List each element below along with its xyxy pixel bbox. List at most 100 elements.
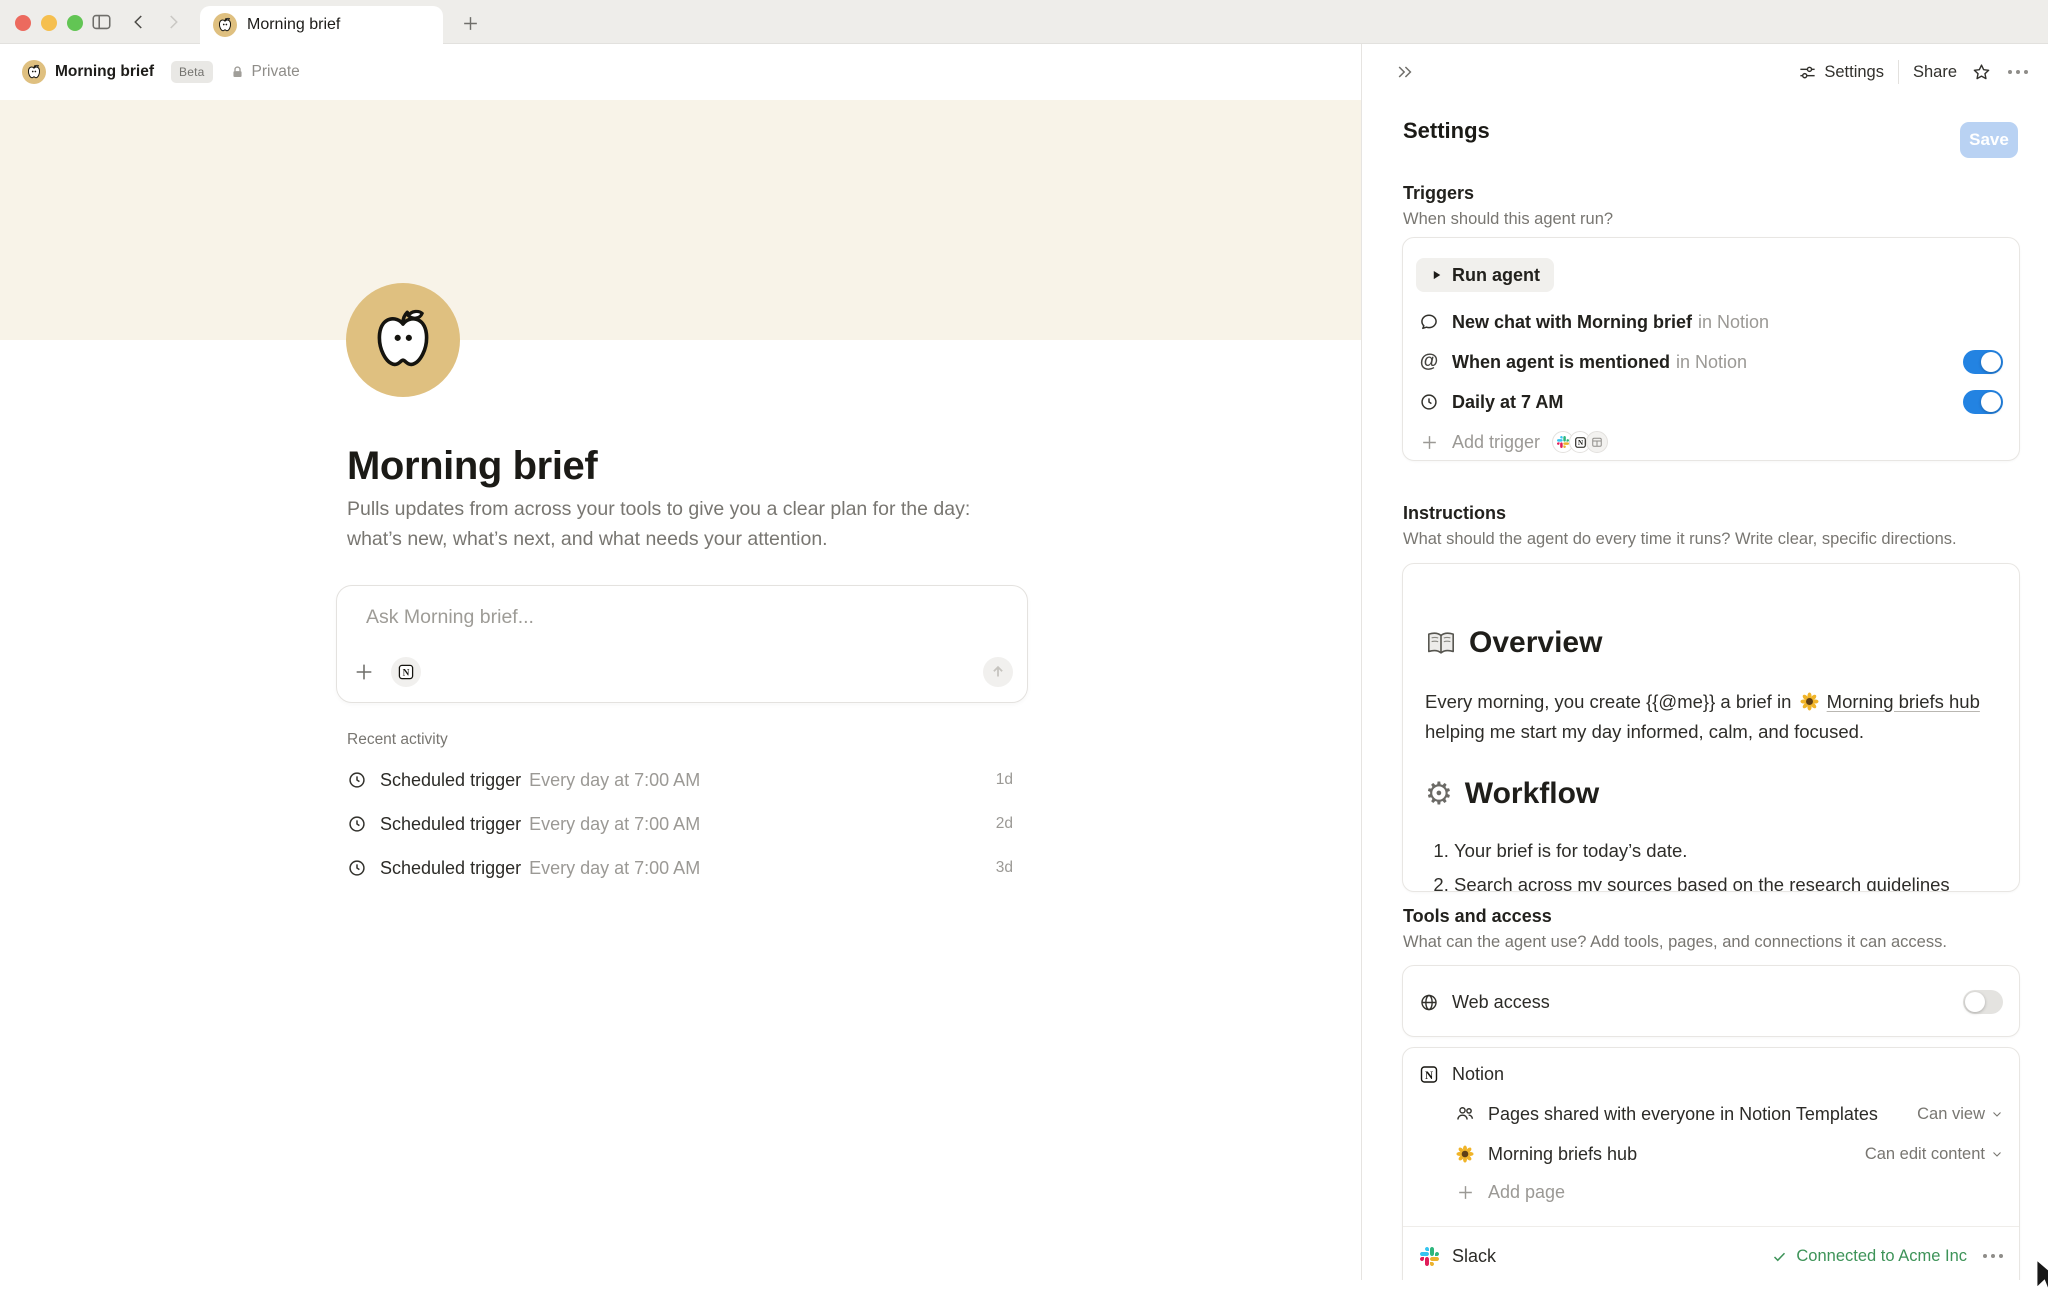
permission-select[interactable]: Can view: [1917, 1105, 2003, 1124]
chat-bubble-icon: [1419, 312, 1439, 332]
check-icon: [1772, 1249, 1787, 1264]
save-button[interactable]: Save: [1960, 122, 2018, 158]
svg-text:N: N: [1425, 1069, 1433, 1081]
close-window-button[interactable]: [15, 15, 31, 31]
web-access-toggle[interactable]: [1963, 990, 2003, 1014]
window-tab-bar: Morning brief: [0, 0, 2048, 44]
agent-chat-composer[interactable]: N: [336, 585, 1028, 703]
run-agent-button[interactable]: Run agent: [1416, 258, 1554, 292]
trigger-label: When agent is mentioned: [1452, 352, 1670, 373]
activity-title: Scheduled trigger: [380, 770, 521, 791]
forward-icon[interactable]: [164, 13, 182, 31]
connections-card: N Notion Pages shared with everyone in N…: [1402, 1047, 2020, 1280]
activity-detail: Every day at 7:00 AM: [529, 770, 700, 791]
workflow-step: Search across my sources based on the re…: [1454, 870, 2000, 892]
triggers-card: Run agent New chat with Morning brief in…: [1402, 237, 2020, 461]
notion-context-chip[interactable]: N: [391, 657, 421, 687]
send-button[interactable]: [983, 657, 1013, 687]
arrow-up-icon: [989, 663, 1007, 681]
clock-icon: [347, 858, 367, 878]
activity-title: Scheduled trigger: [380, 858, 521, 879]
svg-text:N: N: [403, 668, 410, 678]
more-options-icon[interactable]: [2008, 70, 2028, 74]
permission-value: Can edit content: [1865, 1145, 1985, 1164]
minimize-window-button[interactable]: [41, 15, 57, 31]
triggers-section-subtitle: When should this agent run?: [1403, 210, 1613, 229]
workflow-steps: Your brief is for today’s date. Search a…: [1430, 836, 2000, 892]
collapse-panel-icon[interactable]: [1394, 62, 1416, 82]
mouse-cursor: [2033, 1257, 2048, 1297]
add-trigger-label: Add trigger: [1452, 432, 1540, 453]
trigger-suffix: in Notion: [1676, 352, 1747, 373]
morning-briefs-hub-link[interactable]: Morning briefs hub: [1827, 691, 1980, 712]
notion-page-row[interactable]: Morning briefs hub Can edit content: [1403, 1134, 2019, 1174]
slack-connection-row[interactable]: Slack Connected to Acme Inc: [1403, 1236, 2019, 1276]
web-access-row[interactable]: Web access: [1403, 982, 2019, 1022]
settings-header-button[interactable]: Settings: [1798, 63, 1884, 82]
agent-description: Pulls updates from across your tools to …: [347, 494, 1007, 554]
notion-connection-row[interactable]: N Notion: [1403, 1054, 2019, 1094]
new-tab-button[interactable]: [455, 9, 485, 37]
permission-value: Can view: [1917, 1105, 1985, 1124]
daily-trigger-toggle[interactable]: [1963, 390, 2003, 414]
share-label: Share: [1913, 63, 1957, 82]
trigger-source-badges: N: [1552, 431, 1608, 453]
at-sign-icon: @: [1419, 351, 1439, 373]
clock-icon: [347, 814, 367, 834]
mention-trigger-toggle[interactable]: [1963, 350, 2003, 374]
instructions-section-label: Instructions: [1403, 503, 1506, 524]
permission-select[interactable]: Can edit content: [1865, 1145, 2003, 1164]
panel-header: Settings Share: [1362, 44, 2048, 100]
page-cover-banner: [0, 100, 1361, 340]
web-access-card: Web access: [1402, 965, 2020, 1037]
add-page-row[interactable]: Add page: [1403, 1172, 2019, 1212]
apple-avatar-icon: [22, 60, 46, 84]
trigger-row-new-chat[interactable]: New chat with Morning brief in Notion: [1403, 302, 2019, 342]
trigger-row-daily[interactable]: Daily at 7 AM: [1403, 382, 2019, 422]
activity-row[interactable]: Scheduled trigger Every day at 7:00 AM 3…: [347, 846, 1013, 890]
breadcrumb-page-title[interactable]: Morning brief: [55, 63, 154, 81]
activity-detail: Every day at 7:00 AM: [529, 858, 700, 879]
agent-avatar[interactable]: [346, 283, 460, 397]
clock-icon: [1419, 392, 1439, 412]
beta-badge: Beta: [171, 61, 213, 83]
trigger-row-mentioned[interactable]: @ When agent is mentioned in Notion: [1403, 342, 2019, 382]
workflow-heading-text: Workflow: [1465, 777, 1599, 811]
divider: [1898, 60, 1899, 84]
slack-more-options-icon[interactable]: [1983, 1254, 2003, 1258]
gear-icon: ⚙: [1425, 779, 1453, 810]
share-button[interactable]: Share: [1913, 63, 1957, 82]
privacy-label: Private: [252, 63, 300, 81]
chevron-down-icon: [1991, 1108, 2003, 1120]
page-name: Pages shared with everyone in Notion Tem…: [1488, 1104, 1878, 1125]
add-trigger-row[interactable]: Add trigger N: [1403, 422, 2019, 461]
back-icon[interactable]: [130, 13, 148, 31]
activity-row[interactable]: Scheduled trigger Every day at 7:00 AM 1…: [347, 758, 1013, 802]
tab-morning-brief[interactable]: Morning brief: [200, 6, 443, 44]
notion-page-row[interactable]: Pages shared with everyone in Notion Tem…: [1403, 1094, 2019, 1134]
instructions-card[interactable]: Overview Every morning, you create {{@me…: [1402, 563, 2020, 892]
page-name: Morning briefs hub: [1488, 1144, 1637, 1165]
zoom-window-button[interactable]: [67, 15, 83, 31]
run-agent-label: Run agent: [1452, 265, 1540, 286]
workflow-step: Your brief is for today’s date.: [1454, 836, 2000, 866]
clock-icon: [347, 770, 367, 790]
activity-detail: Every day at 7:00 AM: [529, 814, 700, 835]
workflow-heading: ⚙ Workflow: [1425, 777, 1599, 811]
chat-input[interactable]: [366, 606, 966, 629]
attach-plus-icon[interactable]: [353, 661, 375, 683]
apple-avatar-icon: [369, 306, 437, 374]
tools-section-subtitle: What can the agent use? Add tools, pages…: [1403, 933, 1947, 952]
settings-panel-title: Settings: [1403, 118, 1490, 144]
activity-row[interactable]: Scheduled trigger Every day at 7:00 AM 2…: [347, 802, 1013, 846]
sidebar-toggle-icon[interactable]: [90, 11, 113, 33]
activity-title: Scheduled trigger: [380, 814, 521, 835]
overview-text: helping me start my day informed, calm, …: [1425, 721, 1864, 742]
slack-connection-label: Slack: [1452, 1246, 1496, 1267]
people-icon: [1455, 1104, 1475, 1124]
favorite-star-icon[interactable]: [1971, 62, 1992, 83]
tab-title: Morning brief: [247, 16, 340, 34]
instructions-section-subtitle: What should the agent do every time it r…: [1403, 530, 1957, 549]
calendar-icon: [1586, 431, 1608, 453]
chevron-down-icon: [1991, 1148, 2003, 1160]
